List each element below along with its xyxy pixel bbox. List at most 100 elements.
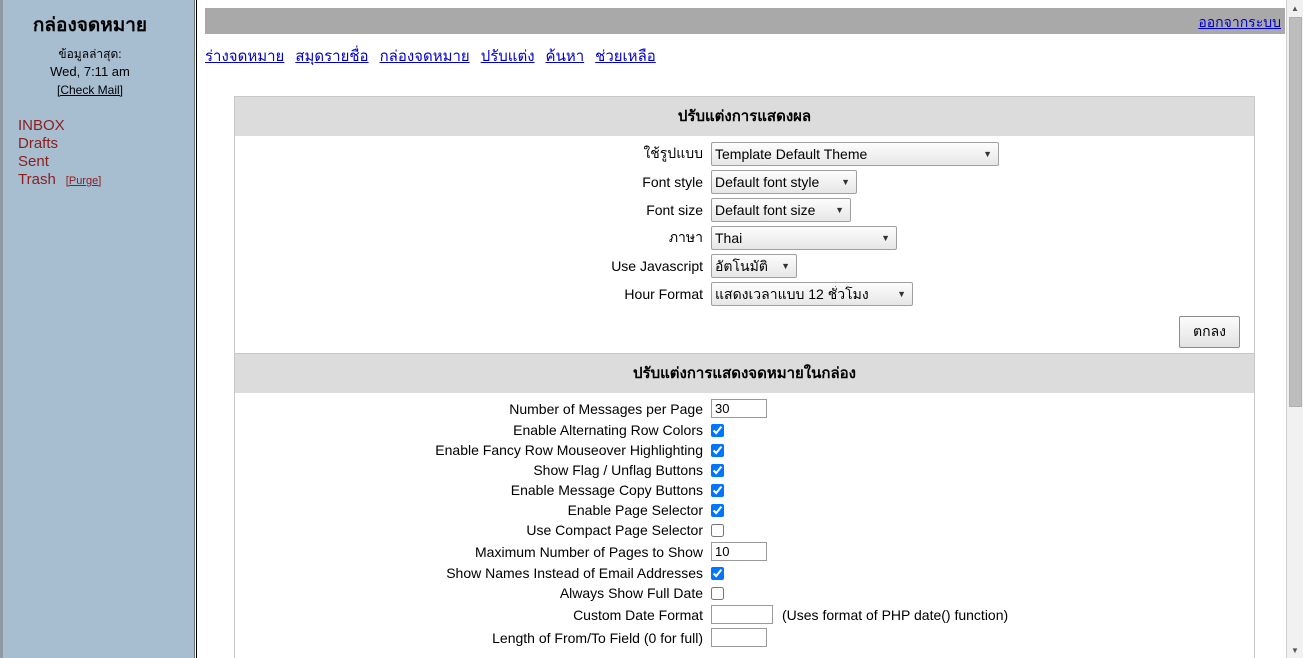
font-size-select-wrap: Default font size ▼ bbox=[711, 198, 851, 222]
sign-out-link[interactable]: ออกจากระบบ bbox=[1198, 12, 1281, 34]
menu-item-options[interactable]: ปรับแต่ง bbox=[481, 48, 535, 65]
row-compact-page-selector: Use Compact Page Selector bbox=[235, 522, 1254, 538]
scroll-up-arrow-icon[interactable]: ▲ bbox=[1287, 0, 1303, 16]
label-compact-page-selector: Use Compact Page Selector bbox=[235, 522, 711, 538]
max-pages-input[interactable] bbox=[711, 542, 767, 561]
font-size-select[interactable]: Default font size bbox=[711, 198, 851, 222]
folder-link-inbox[interactable]: INBOX bbox=[18, 117, 65, 134]
page-selector-checkbox[interactable] bbox=[711, 504, 724, 517]
label-theme: ใช้รูปแบบ bbox=[235, 143, 711, 165]
flag-buttons-checkbox[interactable] bbox=[711, 464, 724, 477]
label-use-javascript: Use Javascript bbox=[235, 258, 711, 274]
menu-item-help[interactable]: ช่วยเหลือ bbox=[595, 48, 656, 65]
label-always-full-date: Always Show Full Date bbox=[235, 585, 711, 601]
label-flag-buttons: Show Flag / Unflag Buttons bbox=[235, 462, 711, 478]
field-font-style: Default font style ▼ bbox=[711, 170, 1254, 194]
row-alternating-row-colors: Enable Alternating Row Colors bbox=[235, 422, 1254, 438]
scroll-down-arrow-icon[interactable]: ▼ bbox=[1287, 642, 1303, 658]
row-font-size: Font size Default font size ▼ bbox=[235, 198, 1254, 222]
display-submit-row: ตกลง bbox=[235, 310, 1254, 352]
field-theme: Template Default Theme ▼ bbox=[711, 142, 1254, 166]
folder-item-trash[interactable]: Trash [Purge] bbox=[18, 171, 194, 190]
label-from-to-length: Length of From/To Field (0 for full) bbox=[235, 630, 711, 646]
row-hour-format: Hour Format แสดงเวลาแบบ 12 ชั่วโมง ▼ bbox=[235, 282, 1254, 306]
folder-link-drafts[interactable]: Drafts bbox=[18, 135, 58, 152]
label-custom-date-format: Custom Date Format bbox=[235, 607, 711, 623]
row-page-selector: Enable Page Selector bbox=[235, 502, 1254, 518]
submit-display-preferences-button[interactable]: ตกลง bbox=[1179, 316, 1240, 348]
check-mail-link[interactable]: [Check Mail] bbox=[57, 83, 123, 97]
mailbox-preferences-header: ปรับแต่งการแสดงจดหมายในกล่อง bbox=[235, 354, 1254, 393]
label-messages-per-page: Number of Messages per Page bbox=[235, 401, 711, 417]
row-language: ภาษา Thai ▼ bbox=[235, 226, 1254, 250]
check-mail-link-wrap: [Check Mail] bbox=[0, 81, 194, 99]
font-style-select-wrap: Default font style ▼ bbox=[711, 170, 857, 194]
row-font-style: Font style Default font style ▼ bbox=[235, 170, 1254, 194]
row-custom-date-format: Custom Date Format (Uses format of PHP d… bbox=[235, 605, 1254, 624]
webmail-page: กล่องจดหมาย ข้อมูลล่าสุด: Wed, 7:11 am [… bbox=[0, 0, 1303, 658]
field-max-pages bbox=[711, 542, 1254, 561]
main-menu-bar: ร่างจดหมาย สมุดรายชื่อ กล่องจดหมาย ปรับแต่ง… bbox=[205, 44, 1285, 66]
row-show-names: Show Names Instead of Email Addresses bbox=[235, 565, 1254, 581]
row-message-copy-buttons: Enable Message Copy Buttons bbox=[235, 482, 1254, 498]
row-fancy-mouseover: Enable Fancy Row Mouseover Highlighting bbox=[235, 442, 1254, 458]
hour-format-select[interactable]: แสดงเวลาแบบ 12 ชั่วโมง bbox=[711, 282, 913, 306]
label-font-style: Font style bbox=[235, 174, 711, 190]
row-always-full-date: Always Show Full Date bbox=[235, 585, 1254, 601]
menu-item-search[interactable]: ค้นหา bbox=[546, 48, 585, 65]
field-custom-date-format: (Uses format of PHP date() function) bbox=[711, 605, 1254, 624]
theme-select-wrap: Template Default Theme ▼ bbox=[711, 142, 999, 166]
field-language: Thai ▼ bbox=[711, 226, 1254, 250]
alternating-row-colors-checkbox[interactable] bbox=[711, 424, 724, 437]
folder-link-trash[interactable]: Trash bbox=[18, 171, 56, 188]
sidebar-scrollbar[interactable] bbox=[0, 0, 3, 658]
row-messages-per-page: Number of Messages per Page bbox=[235, 399, 1254, 418]
hour-format-select-wrap: แสดงเวลาแบบ 12 ชั่วโมง ▼ bbox=[711, 282, 913, 306]
field-alternating-row-colors bbox=[711, 424, 1254, 437]
label-font-size: Font size bbox=[235, 202, 711, 218]
field-from-to-length bbox=[711, 628, 1254, 647]
row-max-pages: Maximum Number of Pages to Show bbox=[235, 542, 1254, 561]
last-update-time: Wed, 7:11 am bbox=[0, 63, 194, 81]
field-font-size: Default font size ▼ bbox=[711, 198, 1254, 222]
purge-trash-link[interactable]: [Purge] bbox=[66, 175, 101, 187]
label-alternating-row-colors: Enable Alternating Row Colors bbox=[235, 422, 711, 438]
row-theme: ใช้รูปแบบ Template Default Theme ▼ bbox=[235, 142, 1254, 166]
message-copy-buttons-checkbox[interactable] bbox=[711, 484, 724, 497]
field-flag-buttons bbox=[711, 464, 1254, 477]
menu-item-addresses[interactable]: สมุดรายชื่อ bbox=[295, 48, 368, 65]
menu-item-mailbox[interactable]: กล่องจดหมาย bbox=[380, 48, 470, 65]
folder-link-sent[interactable]: Sent bbox=[18, 153, 49, 170]
field-message-copy-buttons bbox=[711, 484, 1254, 497]
messages-per-page-input[interactable] bbox=[711, 399, 767, 418]
language-select[interactable]: Thai bbox=[711, 226, 897, 250]
vertical-scrollbar[interactable]: ▲ ▼ bbox=[1286, 0, 1303, 658]
folder-item-sent[interactable]: Sent bbox=[18, 153, 194, 171]
field-page-selector bbox=[711, 504, 1254, 517]
label-max-pages: Maximum Number of Pages to Show bbox=[235, 544, 711, 560]
show-names-checkbox[interactable] bbox=[711, 567, 724, 580]
use-javascript-select[interactable]: อัตโนมัติ bbox=[711, 254, 797, 278]
compact-page-selector-checkbox[interactable] bbox=[711, 524, 724, 537]
fancy-mouseover-checkbox[interactable] bbox=[711, 444, 724, 457]
field-hour-format: แสดงเวลาแบบ 12 ชั่วโมง ▼ bbox=[711, 282, 1254, 306]
custom-date-format-input[interactable] bbox=[711, 605, 773, 624]
label-message-copy-buttons: Enable Message Copy Buttons bbox=[235, 482, 711, 498]
javascript-select-wrap: อัตโนมัติ ▼ bbox=[711, 254, 797, 278]
mailbox-preferences-body: Number of Messages per Page Enable Alter… bbox=[235, 393, 1254, 658]
theme-select[interactable]: Template Default Theme bbox=[711, 142, 999, 166]
field-show-names bbox=[711, 567, 1254, 580]
scrollbar-thumb[interactable] bbox=[1289, 17, 1302, 407]
folder-item-drafts[interactable]: Drafts bbox=[18, 135, 194, 153]
display-preferences-body: ใช้รูปแบบ Template Default Theme ▼ Font … bbox=[235, 136, 1254, 360]
label-hour-format: Hour Format bbox=[235, 286, 711, 302]
folder-item-inbox[interactable]: INBOX bbox=[18, 117, 194, 135]
always-full-date-checkbox[interactable] bbox=[711, 587, 724, 600]
row-from-to-length: Length of From/To Field (0 for full) bbox=[235, 628, 1254, 647]
content-frame: ออกจากระบบ ร่างจดหมาย สมุดรายชื่อ กล่องจดห… bbox=[196, 0, 1303, 658]
font-style-select[interactable]: Default font style bbox=[711, 170, 857, 194]
row-flag-buttons: Show Flag / Unflag Buttons bbox=[235, 462, 1254, 478]
menu-item-compose[interactable]: ร่างจดหมาย bbox=[205, 48, 284, 65]
label-fancy-mouseover: Enable Fancy Row Mouseover Highlighting bbox=[235, 442, 711, 458]
from-to-length-input[interactable] bbox=[711, 628, 767, 647]
